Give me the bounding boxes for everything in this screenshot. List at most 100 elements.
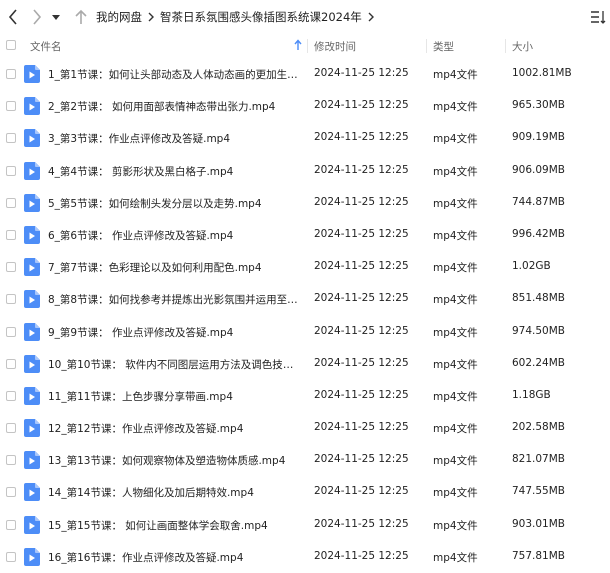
video-file-icon (24, 547, 40, 566)
caret-down-icon[interactable] (50, 9, 62, 27)
file-name[interactable]: 16_第16节课：作业点评修改及答疑.mp4 (48, 550, 298, 565)
column-name[interactable]: 文件名 (30, 39, 62, 54)
file-size: 602.24MB (512, 356, 566, 369)
file-row[interactable]: 7_第7节课：色彩理论以及如何利用配色.mp4 2024-11-25 12:25 m… (0, 251, 610, 283)
chevron-right-icon[interactable] (28, 8, 46, 26)
file-row[interactable]: 5_第5节课：如何绘制头发分层以及走势.mp4 2024-11-25 12:25 m… (0, 187, 610, 219)
file-name[interactable]: 1_第1节课：如何让头部动态及人体动态画的更加生动自... (48, 67, 298, 82)
file-row[interactable]: 12_第12节课：作业点评修改及答疑.mp4 2024-11-25 12:25 mp… (0, 412, 610, 444)
file-row[interactable]: 3_第3节课：作业点评修改及答疑.mp4 2024-11-25 12:25 mp4文… (0, 122, 610, 154)
breadcrumb-root[interactable]: 我的网盘 (96, 9, 142, 25)
row-checkbox[interactable] (6, 390, 16, 401)
file-row[interactable]: 2_第2节课： 如何用面部表情神态带出张力.mp4 2024-11-25 12:2… (0, 90, 610, 122)
file-type: mp4文件 (433, 165, 478, 178)
file-modified-time: 2024-11-25 12:25 (314, 163, 409, 176)
file-name[interactable]: 9_第9节课： 作业点评修改及答疑.mp4 (48, 325, 298, 340)
file-type: mp4文件 (433, 69, 478, 81)
chevron-left-icon[interactable] (4, 8, 22, 26)
file-name[interactable]: 6_第6节课： 作业点评修改及答疑.mp4 (48, 228, 298, 243)
column-divider[interactable] (505, 39, 506, 53)
select-all-checkbox[interactable] (6, 40, 16, 50)
file-modified-time: 2024-11-25 12:25 (314, 549, 409, 562)
file-size: 1.18GB (512, 388, 551, 401)
column-time[interactable]: 修改时间 (314, 39, 356, 54)
file-size: 965.30MB (512, 99, 566, 112)
sort-asc-icon[interactable] (294, 39, 302, 54)
file-row[interactable]: 15_第15节课： 如何让画面整体学会取舍.mp4 2024-11-25 12:2… (0, 509, 610, 541)
row-checkbox[interactable] (6, 197, 16, 208)
arrow-up-icon[interactable] (72, 8, 90, 26)
file-modified-time: 2024-11-25 12:25 (314, 292, 409, 305)
file-name[interactable]: 14_第14节课：人物细化及加后期特效.mp4 (48, 485, 298, 500)
file-modified-time: 2024-11-25 12:25 (314, 356, 409, 369)
column-divider[interactable] (426, 39, 427, 53)
column-divider[interactable] (307, 39, 308, 53)
row-checkbox[interactable] (6, 165, 16, 176)
row-checkbox[interactable] (6, 358, 16, 369)
row-checkbox[interactable] (6, 101, 16, 112)
column-type[interactable]: 类型 (433, 39, 454, 54)
file-name[interactable]: 12_第12节课：作业点评修改及答疑.mp4 (48, 421, 298, 436)
column-size[interactable]: 大小 (512, 39, 533, 54)
file-type: mp4文件 (433, 551, 478, 564)
video-file-icon (24, 225, 40, 244)
video-file-icon (24, 322, 40, 341)
file-type: mp4文件 (433, 229, 478, 242)
file-row[interactable]: 10_第10节课： 软件内不同图层运用方法及调色技巧(运营... 2024-11-… (0, 348, 610, 380)
file-size: 851.48MB (512, 292, 566, 305)
file-size: 906.09MB (512, 163, 566, 176)
file-name[interactable]: 4_第4节课： 剪影形状及黑白格子.mp4 (48, 164, 298, 179)
breadcrumb-current[interactable]: 智茶日系氛围感头像插图系统课2024年 (160, 9, 362, 25)
row-checkbox[interactable] (6, 229, 16, 240)
file-row[interactable]: 8_第8节课：如何找参考并提炼出光影氛围并运用至画面... 2024-11-25 … (0, 283, 610, 315)
file-type: mp4文件 (433, 133, 478, 146)
file-row[interactable]: 4_第4节课： 剪影形状及黑白格子.mp4 2024-11-25 12:25 mp4… (0, 155, 610, 187)
file-name[interactable]: 8_第8节课：如何找参考并提炼出光影氛围并运用至画面... (48, 292, 298, 307)
file-name[interactable]: 7_第7节课：色彩理论以及如何利用配色.mp4 (48, 260, 298, 275)
row-checkbox[interactable] (6, 455, 16, 466)
row-checkbox[interactable] (6, 69, 16, 79)
row-checkbox[interactable] (6, 326, 16, 337)
file-type: mp4文件 (433, 358, 478, 371)
video-file-icon (24, 97, 40, 116)
file-name[interactable]: 3_第3节课：作业点评修改及答疑.mp4 (48, 131, 298, 146)
file-size: 909.19MB (512, 131, 566, 144)
row-checkbox[interactable] (6, 262, 16, 273)
file-row[interactable]: 9_第9节课： 作业点评修改及答疑.mp4 2024-11-25 12:25 mp4… (0, 316, 610, 348)
file-row[interactable]: 14_第14节课：人物细化及加后期特效.mp4 2024-11-25 12:25 m… (0, 476, 610, 508)
file-name[interactable]: 13_第13节课：如何观察物体及塑造物体质感.mp4 (48, 453, 298, 468)
file-size: 747.55MB (512, 485, 566, 498)
chevron-right-icon (148, 12, 154, 22)
file-size: 821.07MB (512, 453, 566, 466)
file-row[interactable]: 16_第16节课：作业点评修改及答疑.mp4 2024-11-25 12:25 mp… (0, 541, 610, 573)
video-file-icon (24, 129, 40, 148)
file-type: mp4文件 (433, 390, 478, 403)
file-row[interactable]: 13_第13节课：如何观察物体及塑造物体质感.mp4 2024-11-25 12:… (0, 444, 610, 476)
row-checkbox[interactable] (6, 551, 16, 562)
file-name[interactable]: 11_第11节课：上色步骤分享带画.mp4 (48, 389, 298, 404)
file-name[interactable]: 10_第10节课： 软件内不同图层运用方法及调色技巧(运营... (48, 357, 298, 372)
file-modified-time: 2024-11-25 12:25 (314, 421, 409, 434)
file-size: 202.58MB (512, 421, 566, 434)
file-row[interactable]: 6_第6节课： 作业点评修改及答疑.mp4 2024-11-25 12:25 mp4… (0, 219, 610, 251)
file-modified-time: 2024-11-25 12:25 (314, 260, 409, 273)
file-name[interactable]: 5_第5节课：如何绘制头发分层以及走势.mp4 (48, 196, 298, 211)
row-checkbox[interactable] (6, 519, 16, 530)
row-checkbox[interactable] (6, 294, 16, 305)
file-size: 903.01MB (512, 517, 566, 530)
file-row[interactable]: 1_第1节课：如何让头部动态及人体动态画的更加生动自... 2024-11-25 … (0, 58, 610, 90)
file-name[interactable]: 15_第15节课： 如何让画面整体学会取舍.mp4 (48, 518, 298, 533)
row-checkbox[interactable] (6, 133, 16, 144)
row-checkbox[interactable] (6, 423, 16, 434)
row-checkbox[interactable] (6, 487, 16, 498)
file-modified-time: 2024-11-25 12:25 (314, 485, 409, 498)
video-file-icon (24, 354, 40, 373)
file-modified-time: 2024-11-25 12:25 (314, 388, 409, 401)
chevron-right-icon[interactable] (368, 12, 374, 22)
file-modified-time: 2024-11-25 12:25 (314, 67, 409, 79)
file-row[interactable]: 11_第11节课：上色步骤分享带画.mp4 2024-11-25 12:25 mp4… (0, 380, 610, 412)
video-file-icon (24, 451, 40, 470)
list-view-icon[interactable] (590, 9, 606, 25)
file-size: 1002.81MB (512, 67, 572, 79)
file-name[interactable]: 2_第2节课： 如何用面部表情神态带出张力.mp4 (48, 99, 298, 114)
